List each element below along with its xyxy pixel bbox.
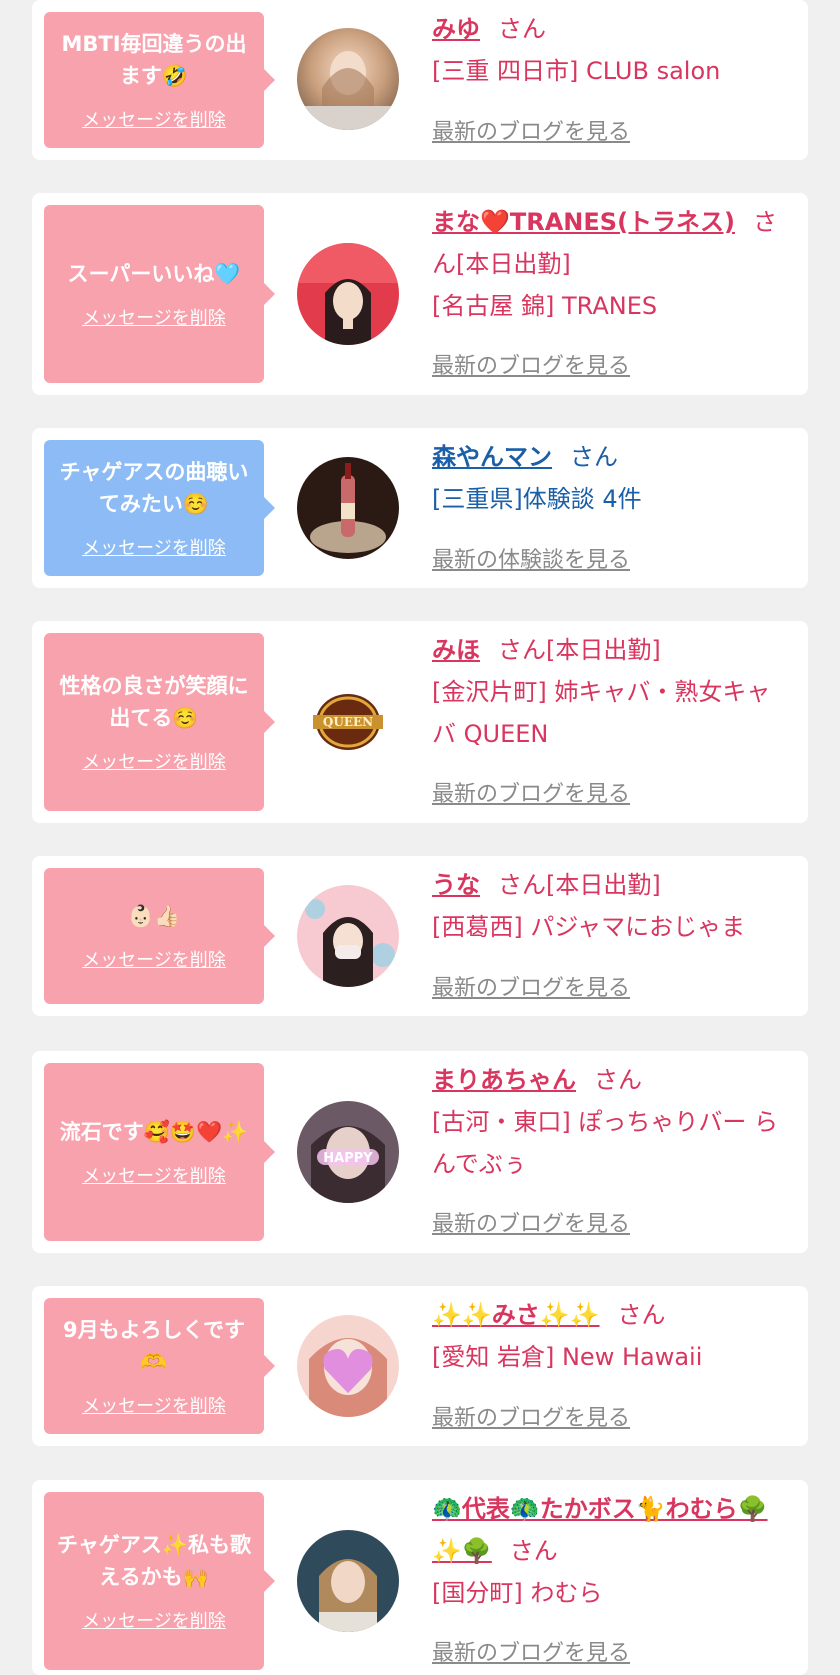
sender-name-link[interactable]: うな	[432, 871, 480, 899]
shop-info: [国分町] わむら	[432, 1579, 603, 1607]
sender-info: みゆ さん [三重 四日市] CLUB salon	[432, 8, 794, 92]
sender-info: うな さん[本日出勤] [西葛西] パジャマにおじゃま	[432, 864, 794, 948]
honorific: さん	[570, 443, 618, 471]
shop-info: [金沢片町] 姉キャバ・熟女キャバ QUEEN	[432, 678, 771, 748]
latest-blog-link[interactable]: 最新のブログを見る	[432, 776, 630, 808]
message-text: スーパーいいね🩵	[67, 262, 241, 286]
shop-info: [三重 四日市] CLUB salon	[432, 57, 721, 85]
shop-info: [西葛西] パジャマにおじゃま	[432, 913, 746, 941]
latest-blog-link[interactable]: 最新のブログを見る	[432, 1206, 630, 1238]
message-card: 性格の良さが笑顔に出てる☺️ メッセージを削除 QUEEN みほ さん[本日出勤]…	[32, 621, 808, 823]
latest-blog-link[interactable]: 最新のブログを見る	[432, 114, 630, 146]
message-card: 流石です🥰🤩❤️✨ メッセージを削除 HAPPY まりあちゃん さん [古河・東口…	[32, 1051, 808, 1253]
message-text: チャゲアスの曲聴いてみたい☺️	[59, 460, 249, 516]
latest-blog-link[interactable]: 最新のブログを見る	[432, 1400, 630, 1432]
shop-info: [古河・東口] ぽっちゃりバー らんでぶぅ	[432, 1108, 778, 1178]
message-bubble: 👶🏻👍🏻 メッセージを削除	[44, 868, 275, 1004]
message-bubble: スーパーいいね🩵 メッセージを削除	[44, 205, 275, 383]
honorific: さん	[498, 15, 546, 43]
message-card: チャゲアスの曲聴いてみたい☺️ メッセージを削除 森やんマン さん [三重県]体験…	[32, 428, 808, 588]
message-bubble: 9月もよろしくです🫶 メッセージを削除	[44, 1298, 275, 1434]
avatar[interactable]	[297, 1530, 399, 1632]
sender-info: ✨✨みさ✨✨ さん [愛知 岩倉] New Hawaii	[432, 1294, 794, 1378]
avatar[interactable]	[297, 28, 399, 130]
avatar[interactable]: HAPPY	[297, 1101, 399, 1203]
message-text: チャゲアス✨私も歌えるかも🙌	[57, 1533, 251, 1589]
message-text: 9月もよろしくです🫶	[63, 1318, 245, 1374]
avatar[interactable]	[297, 885, 399, 987]
sender-info: まりあちゃん さん [古河・東口] ぽっちゃりバー らんでぶぅ	[432, 1059, 794, 1185]
honorific: さん	[594, 1066, 642, 1094]
message-card: 👶🏻👍🏻 メッセージを削除 うな さん[本日出勤] [西葛西] パジャマにおじゃま…	[32, 856, 808, 1016]
sender-name-link[interactable]: 森やんマン	[432, 443, 552, 471]
sender-info: みほ さん[本日出勤] [金沢片町] 姉キャバ・熟女キャバ QUEEN	[432, 629, 794, 755]
sender-name-link[interactable]: 🦚代表🦚たかボス🐈わむら🌳✨🌳	[432, 1495, 768, 1565]
message-bubble: チャゲアス✨私も歌えるかも🙌 メッセージを削除	[44, 1492, 275, 1670]
message-card: チャゲアス✨私も歌えるかも🙌 メッセージを削除 🦚代表🦚たかボス🐈わむら🌳✨🌳 さ…	[32, 1480, 808, 1675]
message-bubble: 流石です🥰🤩❤️✨ メッセージを削除	[44, 1063, 275, 1241]
avatar[interactable]	[297, 1315, 399, 1417]
delete-message-link[interactable]: メッセージを削除	[82, 534, 226, 560]
sender-info: まな❤️TRANES(トラネス) さん[本日出勤] [名古屋 錦] TRANES	[432, 201, 794, 327]
shop-info: [三重県]体験談 4件	[432, 485, 642, 513]
svg-text:HAPPY: HAPPY	[323, 1151, 373, 1166]
delete-message-link[interactable]: メッセージを削除	[82, 1392, 226, 1418]
delete-message-link[interactable]: メッセージを削除	[82, 1607, 226, 1633]
message-text: MBTI毎回違うの出ます🤣	[61, 32, 247, 88]
latest-blog-link[interactable]: 最新のブログを見る	[432, 1635, 630, 1667]
latest-blog-link[interactable]: 最新のブログを見る	[432, 970, 630, 1002]
honorific: さん[本日出勤]	[498, 871, 661, 899]
message-card: MBTI毎回違うの出ます🤣 メッセージを削除 みゆ さん [三重 四日市] CLU…	[32, 0, 808, 160]
avatar[interactable]	[297, 243, 399, 345]
message-bubble: チャゲアスの曲聴いてみたい☺️ メッセージを削除	[44, 440, 275, 576]
shop-info: [愛知 岩倉] New Hawaii	[432, 1343, 703, 1371]
honorific: さん[本日出勤]	[498, 636, 661, 664]
sender-name-link[interactable]: みほ	[432, 636, 480, 664]
queen-logo-avatar[interactable]: QUEEN	[297, 671, 399, 773]
shop-info: [名古屋 錦] TRANES	[432, 292, 658, 320]
delete-message-link[interactable]: メッセージを削除	[82, 304, 226, 330]
sender-name-link[interactable]: まりあちゃん	[432, 1066, 576, 1094]
delete-message-link[interactable]: メッセージを削除	[82, 106, 226, 132]
svg-text:QUEEN: QUEEN	[323, 715, 373, 729]
sender-info: 🦚代表🦚たかボス🐈わむら🌳✨🌳 さん [国分町] わむら	[432, 1488, 794, 1614]
latest-review-link[interactable]: 最新の体験談を見る	[432, 542, 630, 574]
honorific: さん	[509, 1537, 558, 1565]
honorific: さん	[617, 1301, 666, 1329]
message-bubble: 性格の良さが笑顔に出てる☺️ メッセージを削除	[44, 633, 275, 811]
latest-blog-link[interactable]: 最新のブログを見る	[432, 348, 630, 380]
sender-name-link[interactable]: みゆ	[432, 15, 480, 43]
avatar[interactable]	[297, 457, 399, 559]
sender-name-link[interactable]: まな❤️TRANES(トラネス)	[432, 208, 735, 236]
delete-message-link[interactable]: メッセージを削除	[82, 946, 226, 972]
message-text: 流石です🥰🤩❤️✨	[59, 1120, 249, 1144]
message-card: スーパーいいね🩵 メッセージを削除 まな❤️TRANES(トラネス) さん[本日出…	[32, 193, 808, 395]
message-bubble: MBTI毎回違うの出ます🤣 メッセージを削除	[44, 12, 275, 148]
delete-message-link[interactable]: メッセージを削除	[82, 1162, 226, 1188]
delete-message-link[interactable]: メッセージを削除	[82, 748, 226, 774]
sender-name-link[interactable]: ✨✨みさ✨✨	[432, 1301, 600, 1329]
sender-info: 森やんマン さん [三重県]体験談 4件	[432, 436, 794, 520]
message-text: 性格の良さが笑顔に出てる☺️	[59, 674, 249, 730]
message-card: 9月もよろしくです🫶 メッセージを削除 ✨✨みさ✨✨ さん [愛知 岩倉] New…	[32, 1286, 808, 1446]
message-text: 👶🏻👍🏻	[127, 904, 181, 928]
